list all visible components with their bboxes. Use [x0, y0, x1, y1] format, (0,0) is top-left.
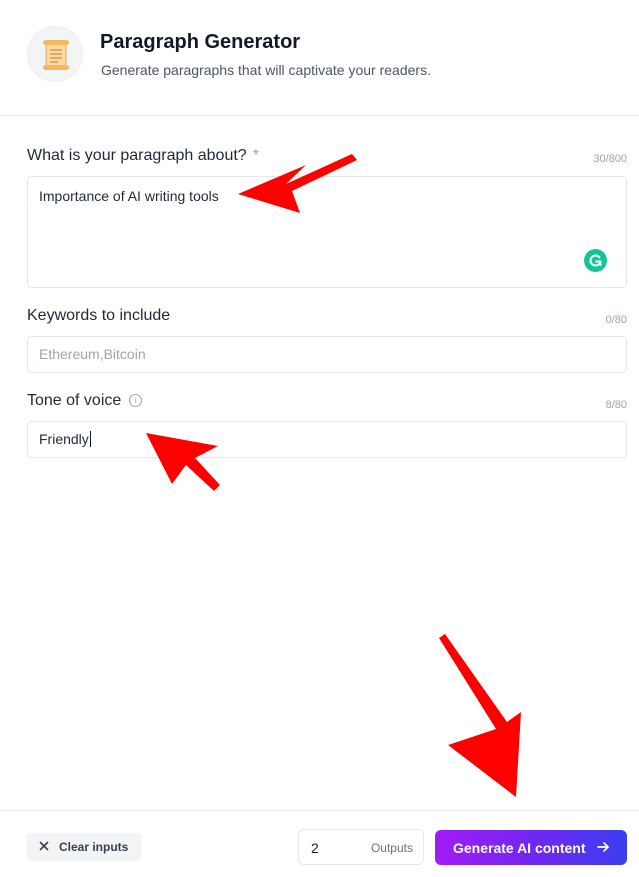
tone-counter: 8/80 [605, 399, 627, 411]
tone-label-text: Tone of voice [27, 392, 122, 409]
topic-value: Importance of AI writing tools [39, 188, 219, 204]
outputs-value: 2 [311, 840, 319, 856]
tool-header: Paragraph Generator Generate paragraphs … [0, 0, 639, 116]
keywords-label: Keywords to include [27, 307, 171, 324]
tone-input[interactable]: Friendly [27, 421, 627, 458]
topic-label: What is your paragraph about? * [27, 147, 259, 165]
close-icon [39, 841, 49, 851]
topic-counter: 30/800 [593, 153, 627, 165]
topic-label-text: What is your paragraph about? [27, 147, 247, 164]
clear-inputs-button[interactable]: Clear inputs [27, 833, 141, 861]
outputs-label: Outputs [370, 841, 413, 855]
tone-label: Tone of voice i [27, 392, 143, 410]
arrow-right-icon [597, 842, 609, 852]
keywords-placeholder: Ethereum,Bitcoin [39, 346, 146, 362]
info-icon[interactable]: i [129, 394, 143, 407]
scroll-document-icon [27, 26, 83, 82]
generate-label: Generate AI content [453, 840, 586, 856]
required-marker: * [252, 147, 259, 164]
topic-textarea[interactable]: Importance of AI writing tools [27, 176, 627, 288]
tone-value: Friendly [39, 431, 89, 447]
keywords-input[interactable]: Ethereum,Bitcoin [27, 336, 627, 373]
outputs-count-input[interactable]: 2 Outputs [298, 829, 424, 865]
page-subtitle: Generate paragraphs that will captivate … [101, 62, 431, 78]
page-title: Paragraph Generator [100, 31, 301, 53]
keywords-counter: 0/80 [605, 314, 627, 326]
annotation-arrow-3 [439, 634, 521, 797]
grammarly-icon[interactable] [584, 249, 607, 272]
clear-inputs-label: Clear inputs [59, 840, 129, 854]
generate-content-button[interactable]: Generate AI content [435, 830, 627, 865]
text-caret [89, 431, 91, 447]
